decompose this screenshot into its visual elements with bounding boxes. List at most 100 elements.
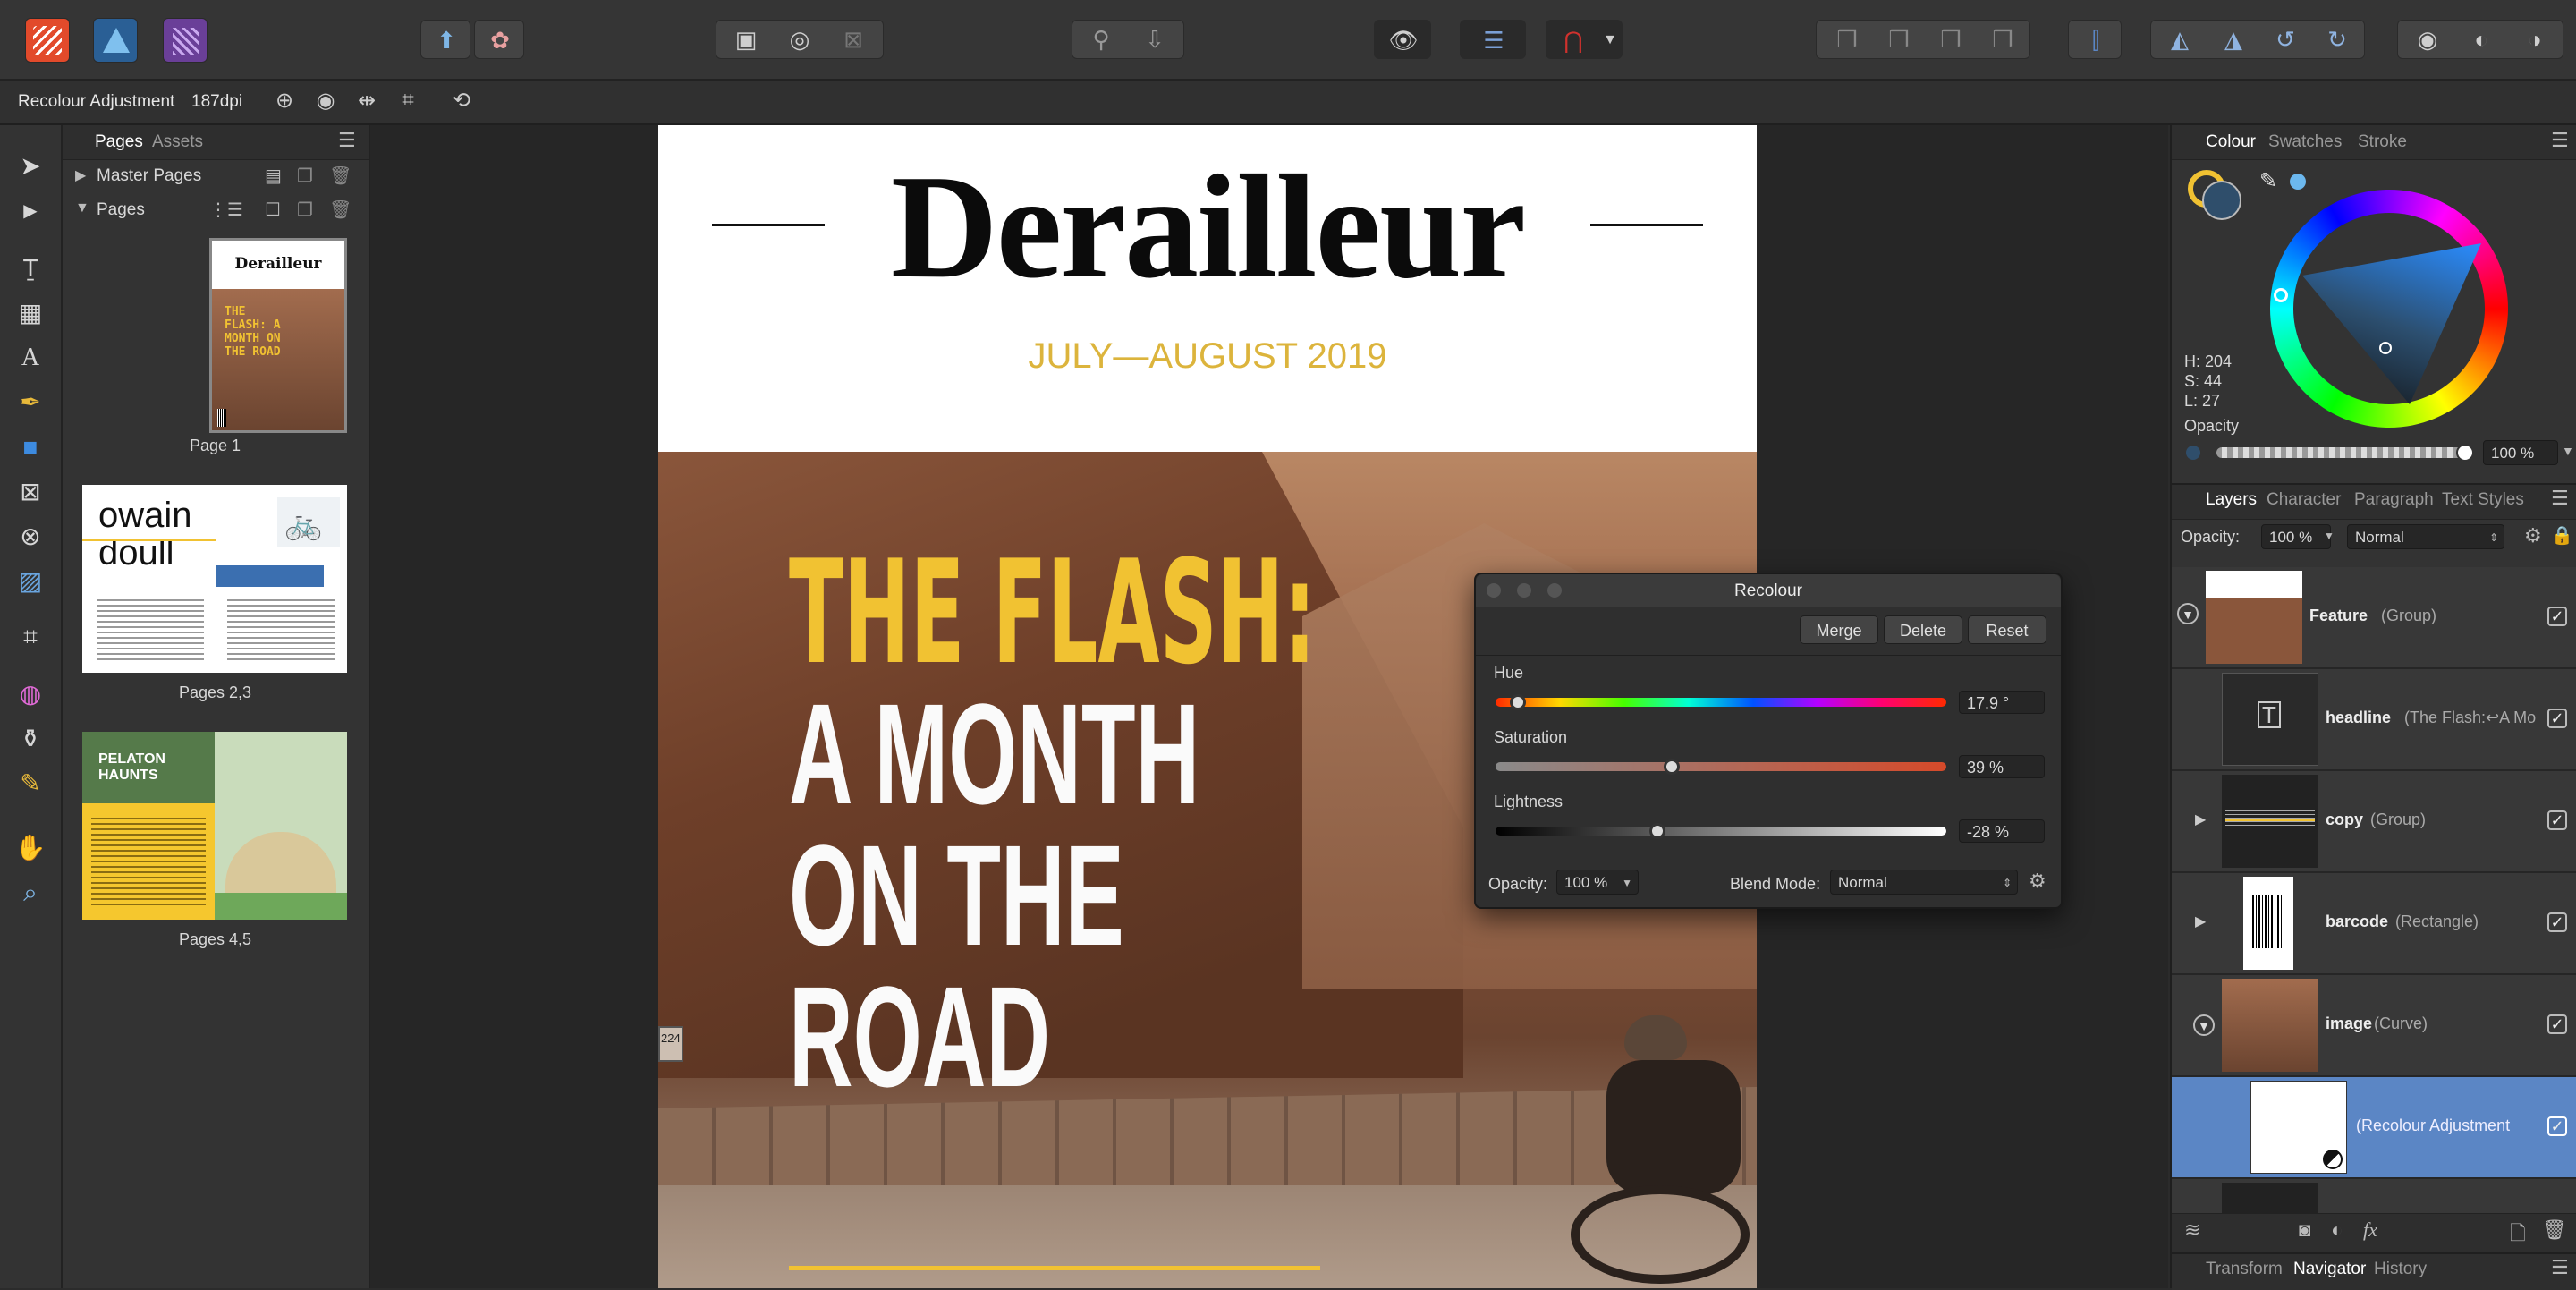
hue-value-field[interactable]: 17.9 ° <box>1959 691 2045 714</box>
zoom-tool-icon[interactable]: ⌕ <box>11 873 50 912</box>
colour-wheel-handle[interactable] <box>2274 288 2288 302</box>
align-button[interactable]: ⫿ <box>2068 20 2122 59</box>
transparency-tool-icon[interactable]: ⚱ <box>11 719 50 759</box>
tab-pages[interactable]: Pages <box>95 132 143 152</box>
pin-icon[interactable]: ⚲ <box>1079 20 1123 59</box>
layer-row-partial[interactable] <box>2172 1179 2576 1217</box>
preview-button[interactable]: 👁 <box>1374 20 1431 59</box>
move-to-back-icon[interactable]: ❐ <box>1825 20 1869 59</box>
layer-settings-gear-icon[interactable]: ⚙ <box>2524 524 2542 547</box>
tab-character[interactable]: Character <box>2267 490 2341 510</box>
tab-stroke[interactable]: Stroke <box>2358 132 2407 152</box>
layers-panel-menu-icon[interactable]: ☰ <box>2551 487 2569 510</box>
delete-master-icon[interactable]: 🗑 <box>329 165 352 187</box>
lightness-value-field[interactable]: -28 % <box>1959 819 2045 843</box>
expand-icon[interactable]: ▶ <box>2195 810 2206 828</box>
publisher-persona-button[interactable] <box>25 18 70 63</box>
panel-menu-icon[interactable]: ☰ <box>338 129 356 152</box>
tab-layers[interactable]: Layers <box>2206 490 2257 510</box>
hand-tool-icon[interactable]: ✋ <box>11 828 50 868</box>
colour-opacity-field[interactable]: 100 % <box>2483 440 2558 465</box>
expand-icon[interactable]: ▶ <box>2195 912 2206 930</box>
layer-row-headline[interactable]: T headline (The Flash:↩A Mo ✓ <box>2172 669 2576 771</box>
move-to-front-icon[interactable]: ❐ <box>1980 20 2025 59</box>
move-back-icon[interactable]: ❐ <box>1877 20 1921 59</box>
bottom-panel-menu-icon[interactable]: ☰ <box>2551 1256 2569 1279</box>
bleed-view-icon[interactable]: ◎ <box>778 20 821 59</box>
designer-persona-button[interactable] <box>93 18 138 63</box>
tab-colour[interactable]: Colour <box>2206 132 2256 152</box>
delete-layer-icon[interactable]: 🗑 <box>2542 1218 2567 1242</box>
pen-tool-icon[interactable]: ✒ <box>11 383 50 422</box>
snapping-button[interactable]: ⋂ ▼ <box>1546 20 1623 59</box>
collapse-icon[interactable]: ▼ <box>2177 603 2199 624</box>
hue-slider-knob[interactable] <box>1510 694 1527 710</box>
delete-button[interactable]: Delete <box>1884 615 1962 644</box>
pages-4-5-thumbnail[interactable]: PELATON HAUNTS <box>82 732 347 920</box>
text-wrap-button[interactable]: ☰ <box>1460 20 1526 59</box>
colour-opacity-dropdown-icon[interactable]: ▼ <box>2562 444 2574 458</box>
layer-row-feature[interactable]: ▼ Feature (Group) ✓ <box>2172 567 2576 669</box>
transform-origin-icon[interactable]: ⊕ <box>268 88 301 116</box>
add-page-icon[interactable]: ☐ <box>265 199 281 221</box>
reset-transform-icon[interactable]: ⟲ <box>445 88 478 116</box>
collapse-icon[interactable]: ▼ <box>2193 1014 2215 1036</box>
rotate-right-icon[interactable]: ↻ <box>2313 20 2361 59</box>
layer-visibility-checkbox[interactable]: ✓ <box>2547 1116 2567 1136</box>
duplicate-page-icon[interactable]: ❐ <box>297 199 313 221</box>
distribute-icon[interactable]: ⇹ <box>351 88 383 116</box>
flip-vertical-icon[interactable]: ◮ <box>2209 20 2258 59</box>
colour-wheel[interactable] <box>2270 190 2508 428</box>
layer-blend-select[interactable]: Normal ⇕ <box>2347 524 2504 549</box>
layer-visibility-checkbox[interactable]: ✓ <box>2547 1014 2567 1034</box>
place-image-tool-icon[interactable]: ▨ <box>11 562 50 601</box>
export-button[interactable]: ✿ <box>474 20 524 59</box>
layer-row-barcode[interactable]: ▶ barcode (Rectangle) ✓ <box>2172 873 2576 975</box>
layer-lock-icon[interactable]: 🔒 <box>2551 524 2573 547</box>
pages-section-label[interactable]: Pages <box>97 200 145 220</box>
blend-mode-select[interactable]: Normal ⇕ <box>1830 870 2018 895</box>
tab-paragraph[interactable]: Paragraph <box>2354 490 2434 510</box>
tab-history[interactable]: History <box>2374 1260 2427 1279</box>
saturation-value-field[interactable]: 39 % <box>1959 755 2045 778</box>
pages-2-3-thumbnail[interactable]: owain doull 🚲 <box>82 485 347 673</box>
layer-visibility-checkbox[interactable]: ✓ <box>2547 810 2567 830</box>
table-tool-icon[interactable]: ▦ <box>11 293 50 333</box>
adjustment-layer-icon[interactable]: ◐ <box>2331 1218 2343 1242</box>
photo-persona-button[interactable] <box>163 18 208 63</box>
lightness-slider[interactable] <box>1496 823 1946 839</box>
delete-page-icon[interactable]: 🗑 <box>329 199 352 221</box>
flow-icon[interactable]: ⇩ <box>1132 20 1177 59</box>
eyedropper-icon[interactable]: ✎ <box>2259 168 2277 194</box>
colour-opacity-slider[interactable] <box>2216 444 2474 462</box>
picture-frame-tool-icon[interactable]: ⊠ <box>11 472 50 512</box>
colour-triangle-handle[interactable] <box>2379 342 2392 354</box>
lightness-slider-knob[interactable] <box>1649 823 1666 839</box>
artistic-text-tool-icon[interactable]: A <box>11 338 50 378</box>
duplicate-master-icon[interactable]: ❐ <box>297 165 313 187</box>
crop-tool-icon[interactable]: ⌗ <box>11 617 50 657</box>
add-layer-icon[interactable]: 🗋 <box>2510 1218 2526 1252</box>
master-pages-label[interactable]: Master Pages <box>97 166 201 186</box>
node-tool-icon[interactable]: ▶ <box>11 191 50 231</box>
mask-layer-icon[interactable]: ◙ <box>2299 1218 2310 1242</box>
color-picker-tool-icon[interactable]: ✎ <box>11 764 50 803</box>
move-tool-icon[interactable]: ➤ <box>11 147 50 186</box>
hue-slider[interactable] <box>1496 694 1946 710</box>
tab-text-styles[interactable]: Text Styles <box>2442 490 2524 510</box>
layer-stack-icon[interactable]: ≋ <box>2184 1218 2200 1242</box>
fx-icon[interactable]: fx <box>2363 1218 2377 1242</box>
share-button[interactable]: ⬆ <box>420 20 470 59</box>
layer-opacity-field[interactable]: 100 % <box>2261 524 2331 549</box>
crop-icon[interactable]: ⌗ <box>392 88 424 116</box>
saturation-slider[interactable] <box>1496 759 1946 775</box>
tab-swatches[interactable]: Swatches <box>2268 132 2342 152</box>
tab-navigator[interactable]: Navigator <box>2293 1260 2366 1279</box>
subtract-shape-icon[interactable]: ◐ <box>2456 20 2506 59</box>
reset-button[interactable]: Reset <box>1968 615 2046 644</box>
layer-row-image[interactable]: ▼ image (Curve) ✓ <box>2172 975 2576 1077</box>
frame-text-tool-icon[interactable]: Ṯ <box>11 249 50 288</box>
tab-transform[interactable]: Transform <box>2206 1260 2283 1279</box>
layer-row-copy[interactable]: ▶ copy (Group) ✓ <box>2172 771 2576 873</box>
layer-visibility-checkbox[interactable]: ✓ <box>2547 607 2567 626</box>
